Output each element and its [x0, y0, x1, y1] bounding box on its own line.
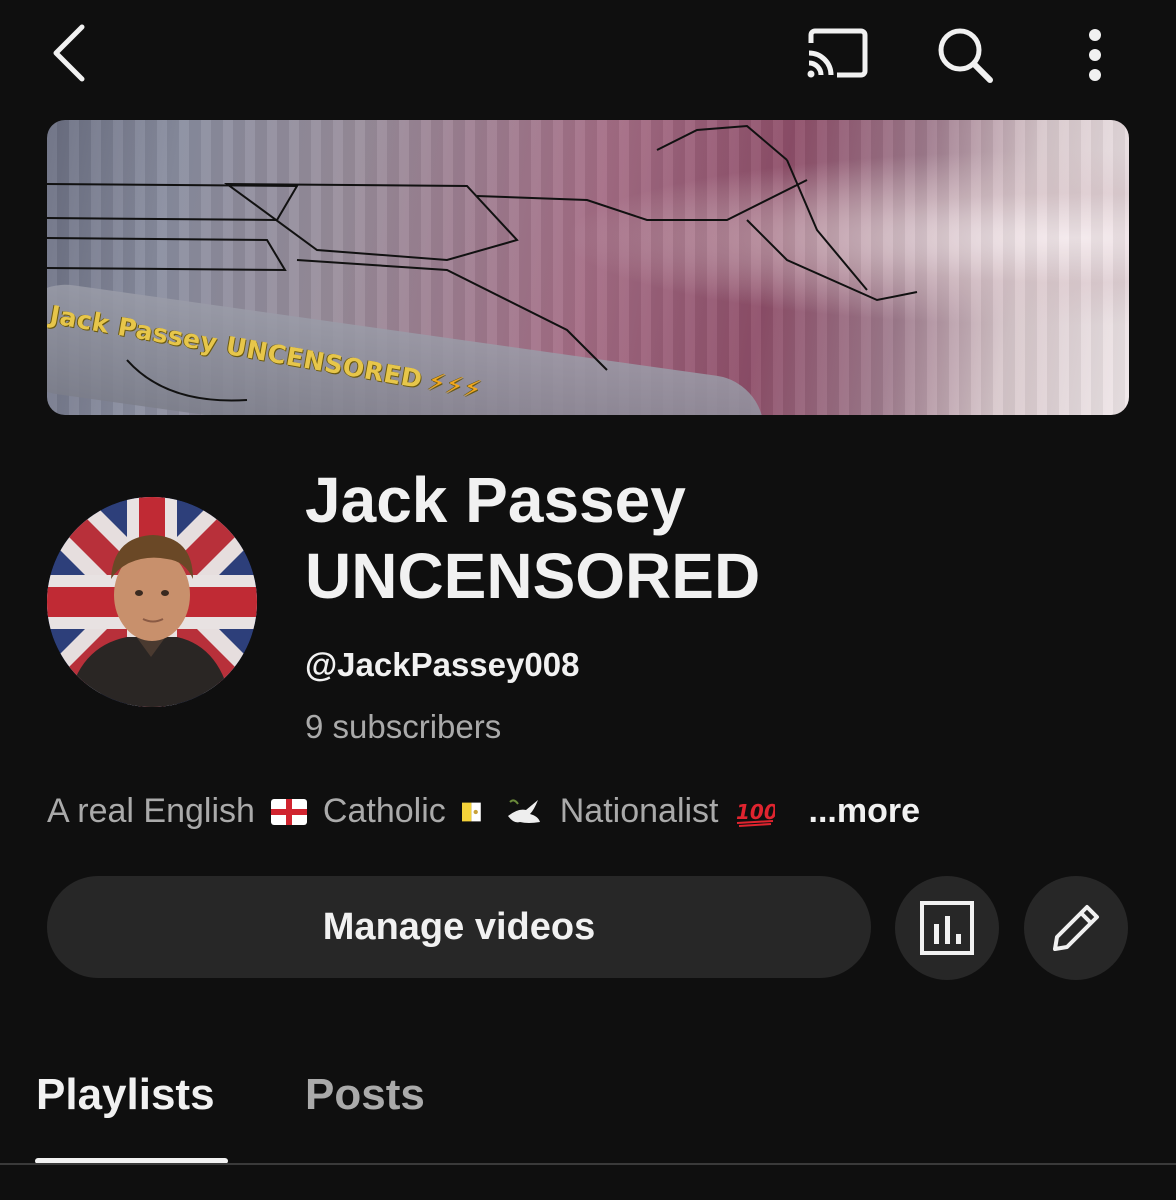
tabs-divider [0, 1163, 1176, 1165]
chevron-left-icon [53, 24, 85, 82]
search-button[interactable] [930, 20, 1000, 90]
vatican-flag-icon [461, 802, 481, 821]
tab-playlists[interactable]: Playlists [36, 1070, 215, 1120]
description-text-1: A real English [47, 792, 255, 830]
description-text-2: Catholic [322, 792, 446, 830]
england-flag-icon [270, 798, 307, 825]
channel-avatar[interactable] [47, 497, 257, 707]
avatar-image [47, 497, 257, 707]
more-options-button[interactable] [1070, 20, 1120, 90]
pencil-icon [1053, 905, 1099, 951]
channel-banner: Jack Passey UNCENSORED⚡⚡⚡ [47, 120, 1129, 415]
channel-name: Jack Passey UNCENSORED [305, 464, 761, 612]
analytics-button[interactable] [895, 876, 999, 980]
top-app-bar [0, 0, 1176, 110]
edit-channel-button[interactable] [1024, 876, 1128, 980]
hundred-points-icon: 100 [736, 800, 775, 827]
subscriber-count: 9 subscribers [305, 708, 502, 745]
channel-handle: @JackPassey008 [305, 646, 580, 683]
description-text-3: Nationalist [559, 792, 719, 830]
banner-sketch-lines [47, 124, 918, 402]
channel-tabs: Playlists Posts [0, 1060, 1176, 1170]
description-more-link[interactable]: ...more [809, 792, 920, 831]
more-vertical-icon [1089, 29, 1101, 81]
back-button[interactable] [40, 18, 100, 88]
cast-button[interactable] [800, 22, 874, 86]
search-icon [938, 28, 993, 83]
dove-icon [507, 798, 540, 823]
tab-posts[interactable]: Posts [305, 1070, 425, 1120]
channel-description[interactable]: A real English Catholic Nationalist 100 … [47, 792, 920, 831]
cast-icon [807, 28, 868, 78]
manage-videos-button[interactable]: Manage videos [47, 876, 871, 978]
bar-chart-icon [920, 901, 974, 955]
